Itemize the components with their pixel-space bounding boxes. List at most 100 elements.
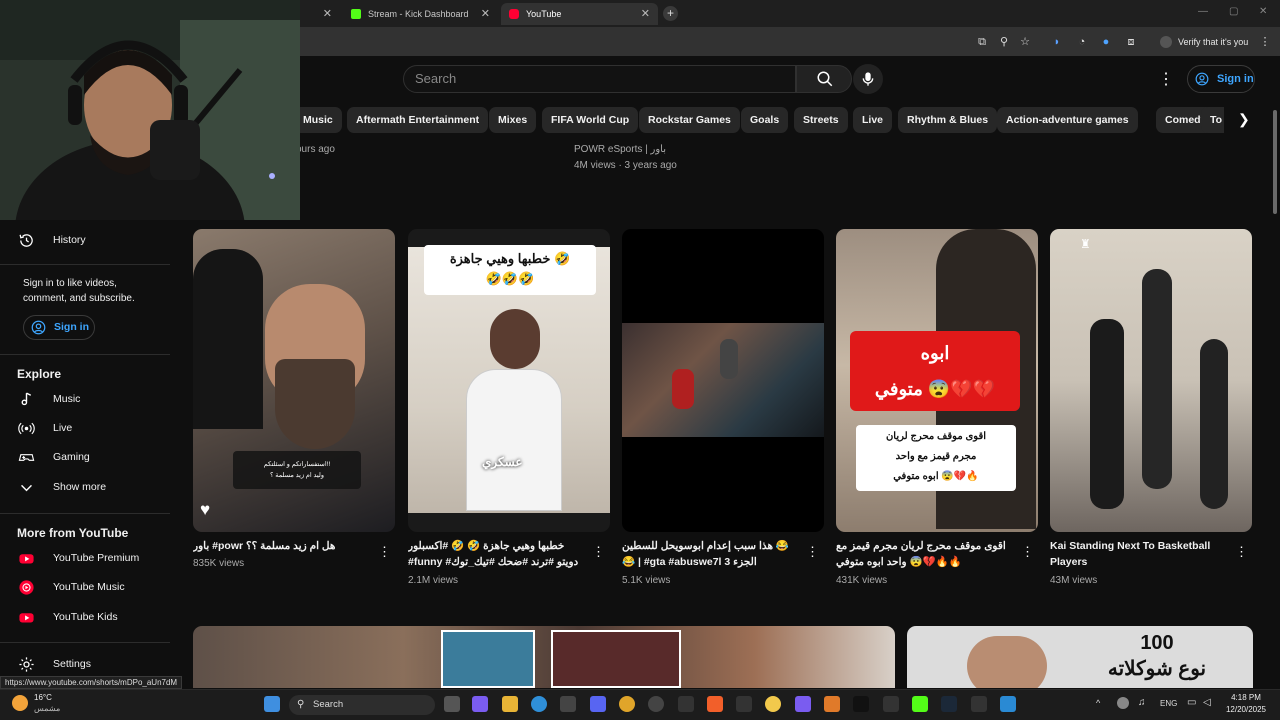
scrollbar-thumb[interactable]: [1273, 110, 1277, 214]
weather-icon[interactable]: [12, 695, 28, 711]
voice-search-button[interactable]: [853, 64, 883, 94]
search-button[interactable]: [796, 65, 852, 93]
extension-icon[interactable]: ◗: [1050, 35, 1064, 49]
video-thumbnail[interactable]: 100 نوع شوكلاته: [907, 626, 1253, 688]
close-tab-icon[interactable]: ✕: [323, 7, 332, 20]
edge-icon[interactable]: [531, 696, 547, 712]
chevron-right-icon[interactable]: ❯: [1238, 111, 1250, 128]
settings-kebab-icon[interactable]: ⋮: [1158, 69, 1174, 89]
app-icon[interactable]: [765, 696, 781, 712]
sign-in-button[interactable]: Sign in: [1187, 65, 1255, 93]
app-icon[interactable]: [883, 696, 899, 712]
sidebar-item-youtube-music[interactable]: YouTube Music: [0, 573, 176, 601]
browser-tab-youtube[interactable]: YouTube ✕: [501, 3, 658, 25]
taskbar-search[interactable]: ⚲ Search: [289, 695, 435, 715]
tiktok-icon[interactable]: [853, 696, 869, 712]
short-thumbnail[interactable]: استفساراتكم و اسئلتكم!! وليد ام زيد مسلم…: [193, 229, 395, 532]
install-app-icon[interactable]: ⧉: [975, 35, 989, 49]
chip-rnb[interactable]: Rhythm & Blues: [898, 107, 998, 133]
video-thumbnail[interactable]: [193, 626, 895, 688]
close-tab-icon[interactable]: ✕: [481, 7, 490, 20]
chrome-icon[interactable]: [619, 696, 635, 712]
app-icon[interactable]: [678, 696, 694, 712]
sidebar-item-history[interactable]: History: [0, 226, 176, 254]
search-input[interactable]: Search: [403, 65, 796, 93]
sidebar-item-youtube-kids[interactable]: YouTube Kids: [0, 603, 176, 631]
sidebar-item-music[interactable]: Music: [0, 385, 176, 413]
chip-fifa[interactable]: FIFA World Cup: [542, 107, 639, 133]
task-view-icon[interactable]: [444, 696, 460, 712]
zoom-icon[interactable]: ⚲: [997, 35, 1011, 49]
sidebar-item-youtube-premium[interactable]: YouTube Premium: [0, 544, 176, 572]
chip-rockstar[interactable]: Rockstar Games: [639, 107, 740, 133]
discord-icon[interactable]: [590, 696, 606, 712]
sidebar-sign-in-button[interactable]: Sign in: [23, 315, 95, 340]
chip-mixes[interactable]: Mixes: [489, 107, 537, 133]
sidebar-item-gaming[interactable]: Gaming: [0, 443, 176, 471]
steam-icon[interactable]: [941, 696, 957, 712]
chevron-up-icon[interactable]: ^: [1096, 698, 1100, 708]
more-actions-icon[interactable]: ⋮: [1021, 544, 1034, 560]
new-tab-button[interactable]: +: [663, 6, 678, 21]
extensions-puzzle-icon[interactable]: ⧈: [1124, 35, 1138, 49]
chip-music[interactable]: Music: [294, 107, 342, 133]
kick-icon: [351, 9, 361, 19]
more-actions-icon[interactable]: ⋮: [378, 544, 391, 560]
sidebar-item-label: YouTube Premium: [53, 552, 140, 564]
short-title[interactable]: خطبها وهيي جاهزة 🤣 🤣 #اكسبلور #funny #دو…: [408, 538, 583, 570]
app-icon[interactable]: [1000, 696, 1016, 712]
bookmark-star-icon[interactable]: ☆: [1018, 35, 1032, 49]
app-icon[interactable]: [795, 696, 811, 712]
browser-menu-icon[interactable]: ⋮: [1258, 35, 1272, 49]
app-icon[interactable]: [971, 696, 987, 712]
tray-icon[interactable]: [1117, 697, 1129, 709]
brave-icon[interactable]: [707, 696, 723, 712]
chip-partial[interactable]: To: [1201, 107, 1224, 133]
chip-action-adventure[interactable]: Action-adventure games: [997, 107, 1138, 133]
vlc-icon[interactable]: [824, 696, 840, 712]
store-icon[interactable]: [560, 696, 576, 712]
more-actions-icon[interactable]: ⋮: [806, 544, 819, 560]
windows-start-icon[interactable]: [264, 696, 280, 712]
microphone-icon[interactable]: ♫: [1138, 697, 1146, 708]
close-tab-icon[interactable]: ✕: [641, 7, 650, 20]
close-window-icon[interactable]: ✕: [1259, 6, 1267, 17]
browser-tab[interactable]: ✕: [300, 3, 340, 25]
weather-temperature[interactable]: 16°C: [34, 693, 52, 702]
channel-name[interactable]: POWR eSports | باور: [574, 144, 666, 155]
minimize-icon[interactable]: —: [1198, 6, 1208, 17]
app-icon[interactable]: [736, 696, 752, 712]
sidebar-item-live[interactable]: Live: [0, 414, 176, 442]
sidebar-item-show-more[interactable]: Show more: [0, 473, 176, 501]
browser-tab-kick[interactable]: Stream - Kick Dashboard ✕: [343, 3, 498, 25]
extension-icon[interactable]: ●: [1099, 35, 1113, 49]
network-icon[interactable]: ▭: [1187, 697, 1196, 708]
short-thumbnail[interactable]: [622, 229, 824, 532]
short-title[interactable]: Kai Standing Next To Basketball Players: [1050, 538, 1225, 570]
short-title[interactable]: اقوى موقف محرج لريان مجرم قيمز مع واحد ا…: [836, 538, 1011, 570]
short-title[interactable]: هذا سبب إعدام ابوسويحل للسطين 😂😂 | #gta …: [622, 538, 797, 570]
volume-icon[interactable]: ◁: [1203, 697, 1211, 708]
short-thumbnail[interactable]: ♜: [1050, 229, 1252, 532]
short-thumbnail[interactable]: خطبها وهيي جاهزة 🤣 🤣🤣🤣 عسكري: [408, 229, 610, 532]
sidebar-item-settings[interactable]: Settings: [0, 650, 176, 678]
profile-button[interactable]: Verify that it's you: [1160, 33, 1248, 51]
chip-live[interactable]: Live: [853, 107, 893, 133]
kick-icon[interactable]: [912, 696, 928, 712]
more-actions-icon[interactable]: ⋮: [592, 544, 605, 560]
obs-icon[interactable]: [648, 696, 664, 712]
thumbnail-figure: [490, 309, 540, 369]
file-explorer-icon[interactable]: [502, 696, 518, 712]
more-actions-icon[interactable]: ⋮: [1235, 544, 1248, 560]
clock-date[interactable]: 12/20/2025: [1223, 705, 1269, 714]
chip-goals[interactable]: Goals: [741, 107, 789, 133]
chip-aftermath[interactable]: Aftermath Entertainment: [347, 107, 489, 133]
maximize-icon[interactable]: ▢: [1229, 6, 1238, 17]
extension-icon[interactable]: ◔: [1075, 35, 1089, 49]
language-indicator[interactable]: ENG: [1160, 699, 1177, 708]
copilot-icon[interactable]: [472, 696, 488, 712]
chip-streets[interactable]: Streets: [794, 107, 848, 133]
short-thumbnail[interactable]: ابوه متوفي 😨💔💔 اقوى موقف محرج لريان مجرم…: [836, 229, 1038, 532]
clock-time[interactable]: 4:18 PM: [1225, 693, 1267, 702]
youtube-icon: [509, 9, 519, 19]
